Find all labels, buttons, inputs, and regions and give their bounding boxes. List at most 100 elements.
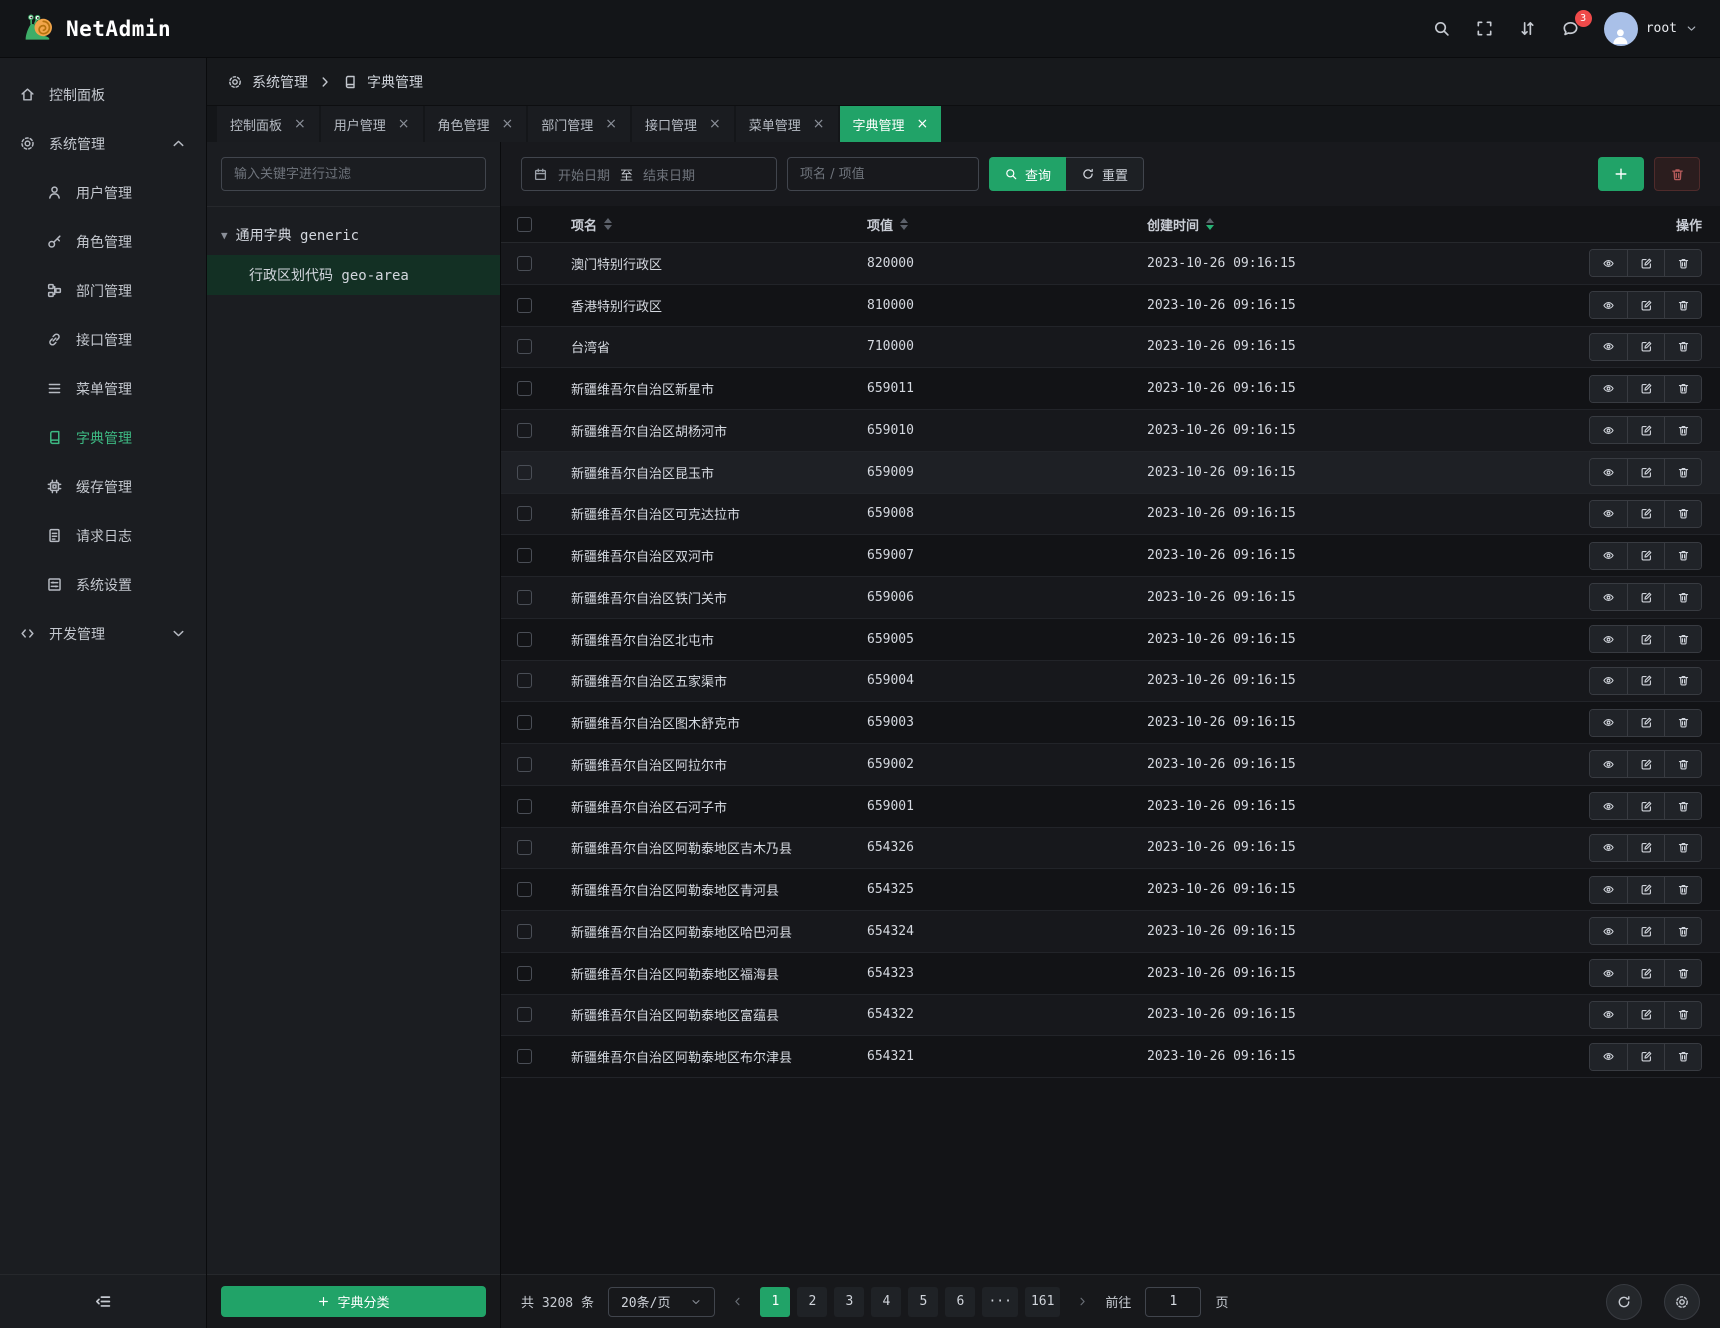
row-checkbox[interactable] <box>517 339 532 354</box>
edit-button[interactable] <box>1627 250 1664 276</box>
batch-delete-button[interactable] <box>1654 157 1700 191</box>
date-range-picker[interactable]: 开始日期 至 结束日期 <box>521 157 777 191</box>
table-row[interactable]: 新疆维吾尔自治区铁门关市 659006 2023-10-26 09:16:15 <box>501 577 1720 619</box>
row-checkbox[interactable] <box>517 799 532 814</box>
delete-button[interactable] <box>1664 501 1701 527</box>
tab-close-icon[interactable]: × <box>605 116 617 132</box>
page-button[interactable]: 5 <box>908 1287 938 1317</box>
view-button[interactable] <box>1590 710 1627 736</box>
row-checkbox[interactable] <box>517 924 532 939</box>
delete-button[interactable] <box>1664 793 1701 819</box>
reset-button[interactable]: 重置 <box>1066 157 1144 191</box>
table-row[interactable]: 新疆维吾尔自治区阿勒泰地区吉木乃县 654326 2023-10-26 09:1… <box>501 828 1720 870</box>
add-dictionary-category-button[interactable]: 字典分类 <box>221 1286 486 1317</box>
edit-button[interactable] <box>1627 334 1664 360</box>
column-value[interactable]: 项值 <box>867 215 1147 234</box>
delete-button[interactable] <box>1664 543 1701 569</box>
goto-page-input[interactable] <box>1145 1287 1201 1317</box>
view-button[interactable] <box>1590 459 1627 485</box>
edit-button[interactable] <box>1627 376 1664 402</box>
tab-close-icon[interactable]: × <box>709 116 721 132</box>
view-button[interactable] <box>1590 334 1627 360</box>
table-row[interactable]: 新疆维吾尔自治区五家渠市 659004 2023-10-26 09:16:15 <box>501 661 1720 703</box>
page-button[interactable]: 3 <box>834 1287 864 1317</box>
page-button[interactable]: 6 <box>945 1287 975 1317</box>
page-button[interactable]: 1 <box>760 1287 790 1317</box>
view-button[interactable] <box>1590 626 1627 652</box>
edit-button[interactable] <box>1627 501 1664 527</box>
sidebar-item[interactable]: 接口管理 <box>0 315 206 364</box>
tree-node-geo-area[interactable]: 行政区划代码 geo-area <box>207 255 500 295</box>
delete-button[interactable] <box>1664 710 1701 736</box>
tab[interactable]: 接口管理 × <box>632 106 734 142</box>
table-row[interactable]: 新疆维吾尔自治区北屯市 659005 2023-10-26 09:16:15 <box>501 619 1720 661</box>
prev-page-icon[interactable] <box>729 1295 746 1308</box>
tab[interactable]: 菜单管理 × <box>736 106 838 142</box>
sidebar-item[interactable]: 角色管理 <box>0 217 206 266</box>
delete-button[interactable] <box>1664 417 1701 443</box>
edit-button[interactable] <box>1627 626 1664 652</box>
table-row[interactable]: 新疆维吾尔自治区阿勒泰地区富蕴县 654322 2023-10-26 09:16… <box>501 995 1720 1037</box>
table-row[interactable]: 新疆维吾尔自治区阿勒泰地区布尔津县 654321 2023-10-26 09:1… <box>501 1036 1720 1078</box>
view-button[interactable] <box>1590 751 1627 777</box>
tab[interactable]: 部门管理 × <box>528 106 630 142</box>
delete-button[interactable] <box>1664 626 1701 652</box>
edit-button[interactable] <box>1627 459 1664 485</box>
table-row[interactable]: 新疆维吾尔自治区图木舒克市 659003 2023-10-26 09:16:15 <box>501 702 1720 744</box>
sidebar-item[interactable]: 部门管理 <box>0 266 206 315</box>
edit-button[interactable] <box>1627 543 1664 569</box>
table-row[interactable]: 新疆维吾尔自治区阿勒泰地区青河县 654325 2023-10-26 09:16… <box>501 869 1720 911</box>
fullscreen-icon[interactable] <box>1475 19 1494 38</box>
table-row[interactable]: 新疆维吾尔自治区阿勒泰地区哈巴河县 654324 2023-10-26 09:1… <box>501 911 1720 953</box>
table-row[interactable]: 新疆维吾尔自治区新星市 659011 2023-10-26 09:16:15 <box>501 368 1720 410</box>
table-row[interactable]: 新疆维吾尔自治区石河子市 659001 2023-10-26 09:16:15 <box>501 786 1720 828</box>
avatar[interactable] <box>1604 12 1638 46</box>
tab[interactable]: 控制面板 × <box>217 106 319 142</box>
view-button[interactable] <box>1590 1044 1627 1070</box>
view-button[interactable] <box>1590 292 1627 318</box>
edit-button[interactable] <box>1627 751 1664 777</box>
delete-button[interactable] <box>1664 292 1701 318</box>
row-checkbox[interactable] <box>517 298 532 313</box>
row-checkbox[interactable] <box>517 465 532 480</box>
table-row[interactable]: 澳门特别行政区 820000 2023-10-26 09:16:15 <box>501 243 1720 285</box>
column-name[interactable]: 项名 <box>547 215 867 234</box>
delete-button[interactable] <box>1664 668 1701 694</box>
page-button[interactable]: 161 <box>1025 1287 1060 1317</box>
sidebar-item[interactable]: 请求日志 <box>0 511 206 560</box>
delete-button[interactable] <box>1664 960 1701 986</box>
user-menu[interactable]: root <box>1604 12 1698 46</box>
tab-close-icon[interactable]: × <box>398 116 410 132</box>
page-button[interactable]: 2 <box>797 1287 827 1317</box>
swap-vertical-icon[interactable] <box>1518 19 1537 38</box>
table-row[interactable]: 香港特别行政区 810000 2023-10-26 09:16:15 <box>501 285 1720 327</box>
row-checkbox[interactable] <box>517 715 532 730</box>
view-button[interactable] <box>1590 543 1627 569</box>
row-checkbox[interactable] <box>517 548 532 563</box>
sidebar-item[interactable]: 用户管理 <box>0 168 206 217</box>
notification-icon[interactable]: 3 <box>1561 19 1580 38</box>
query-button[interactable]: 查询 <box>989 157 1066 191</box>
page-size-select[interactable]: 20条/页 <box>608 1287 715 1317</box>
sidebar-group-system[interactable]: 系统管理 <box>0 119 206 168</box>
sidebar-item[interactable]: 缓存管理 <box>0 462 206 511</box>
sidebar-group-dev[interactable]: 开发管理 <box>0 609 206 658</box>
row-checkbox[interactable] <box>517 840 532 855</box>
row-checkbox[interactable] <box>517 673 532 688</box>
view-button[interactable] <box>1590 376 1627 402</box>
column-created[interactable]: 创建时间 <box>1147 215 1480 234</box>
sidebar-item[interactable]: 字典管理 <box>0 413 206 462</box>
view-button[interactable] <box>1590 918 1627 944</box>
tab[interactable]: 角色管理 × <box>425 106 527 142</box>
row-checkbox[interactable] <box>517 506 532 521</box>
table-row[interactable]: 新疆维吾尔自治区阿勒泰地区福海县 654323 2023-10-26 09:16… <box>501 953 1720 995</box>
row-checkbox[interactable] <box>517 966 532 981</box>
delete-button[interactable] <box>1664 376 1701 402</box>
table-row[interactable]: 新疆维吾尔自治区昆玉市 659009 2023-10-26 09:16:15 <box>501 452 1720 494</box>
delete-button[interactable] <box>1664 584 1701 610</box>
delete-button[interactable] <box>1664 1002 1701 1028</box>
edit-button[interactable] <box>1627 877 1664 903</box>
edit-button[interactable] <box>1627 292 1664 318</box>
row-checkbox[interactable] <box>517 381 532 396</box>
edit-button[interactable] <box>1627 417 1664 443</box>
